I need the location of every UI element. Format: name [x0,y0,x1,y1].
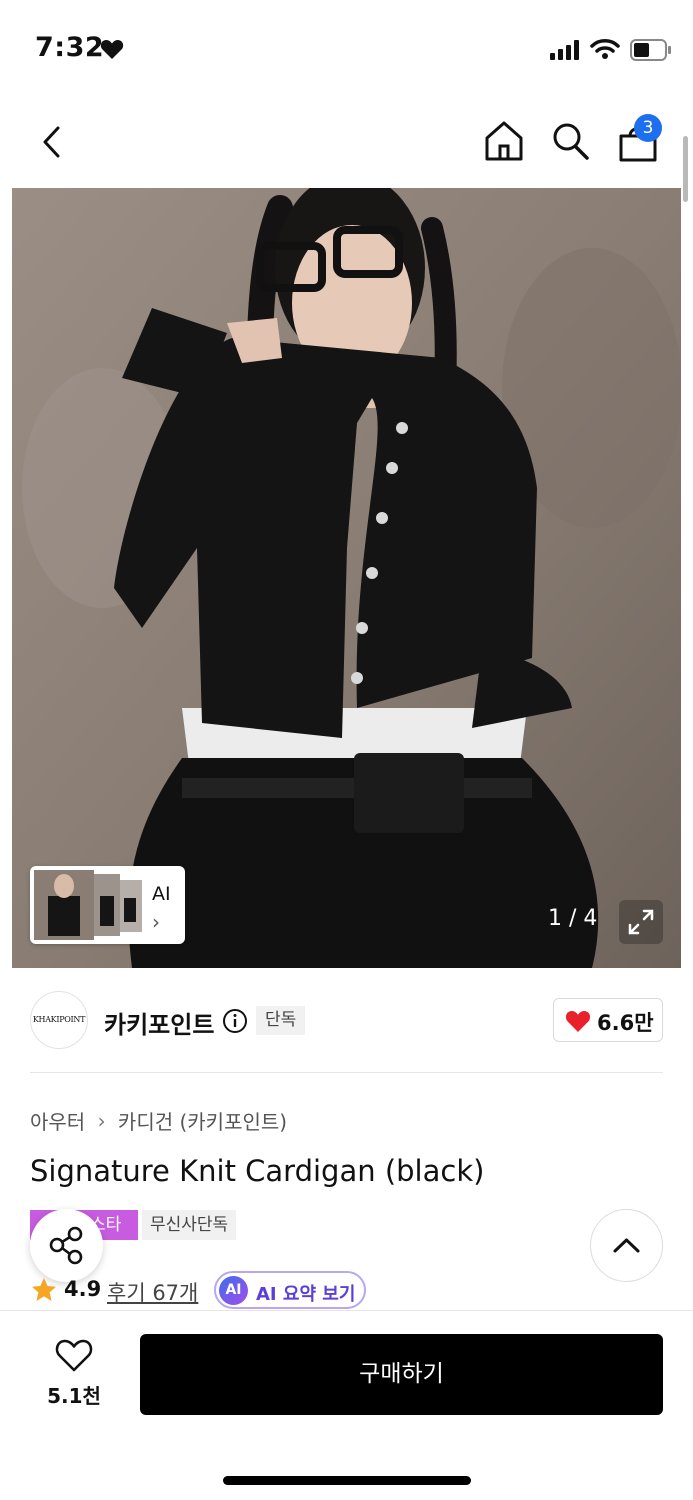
image-page-counter: 1 / 4 [548,906,598,931]
brand-logo[interactable]: KHAKIPOINT [30,991,88,1049]
product-image[interactable] [12,188,681,968]
chevron-right-icon: › [152,910,160,934]
battery-icon [630,39,672,65]
cart-count-badge: 3 [634,114,662,142]
ai-badge-icon: AI [219,1276,248,1305]
breadcrumb-item-outer[interactable]: 아우터 [30,1110,85,1134]
status-bar: 7:32 [0,0,693,100]
home-icon[interactable] [484,120,524,162]
scroll-to-top-button[interactable] [590,1209,663,1282]
wifi-icon [590,38,620,64]
divider [30,1072,663,1073]
rating-score: 4.9 [64,1277,102,1301]
top-navigation [0,100,693,188]
breadcrumb-item-cardigan[interactable]: 카디건 (카키포인트) [118,1110,287,1134]
chevron-up-icon [613,1238,640,1253]
home-indicator [223,1476,471,1485]
tag-musinsa-exclusive: 무신사단독 [142,1210,237,1240]
heart-filled-icon [565,1009,591,1037]
brand-logo-text: KHAKIPOINT [32,1015,86,1024]
breadcrumb-separator: › [97,1108,106,1133]
ai-thumbnail-strip[interactable] [30,866,185,944]
exclusive-tag: 단독 [256,1006,306,1035]
brand-like-count: 6.6만 [597,1011,654,1035]
share-icon [49,1226,83,1265]
signal-icon [550,40,580,64]
share-button[interactable] [30,1209,103,1282]
ai-thumbnail-label: AI [152,883,171,905]
ai-summary-label: AI 요약 보기 [256,1284,356,1305]
scrollbar[interactable] [683,136,688,202]
back-arrow-icon[interactable] [38,122,68,162]
brand-name[interactable]: 카키포인트 [104,1005,214,1040]
breadcrumb: 아우터 › 카디건 (카키포인트) [30,1106,287,1135]
heart-icon [100,38,124,64]
search-icon[interactable] [550,120,590,162]
status-time: 7:32 [35,32,105,63]
wishlist-count: 5.1천 [47,1384,101,1408]
expand-icon[interactable] [619,900,663,944]
review-count-link[interactable]: 후기 67개 [107,1277,198,1307]
info-icon[interactable] [222,1008,248,1038]
heart-outline-icon[interactable] [55,1338,93,1376]
star-icon [30,1276,58,1308]
buy-button[interactable]: 구매하기 [140,1334,663,1415]
product-title: Signature Knit Cardigan (black) [30,1154,485,1188]
